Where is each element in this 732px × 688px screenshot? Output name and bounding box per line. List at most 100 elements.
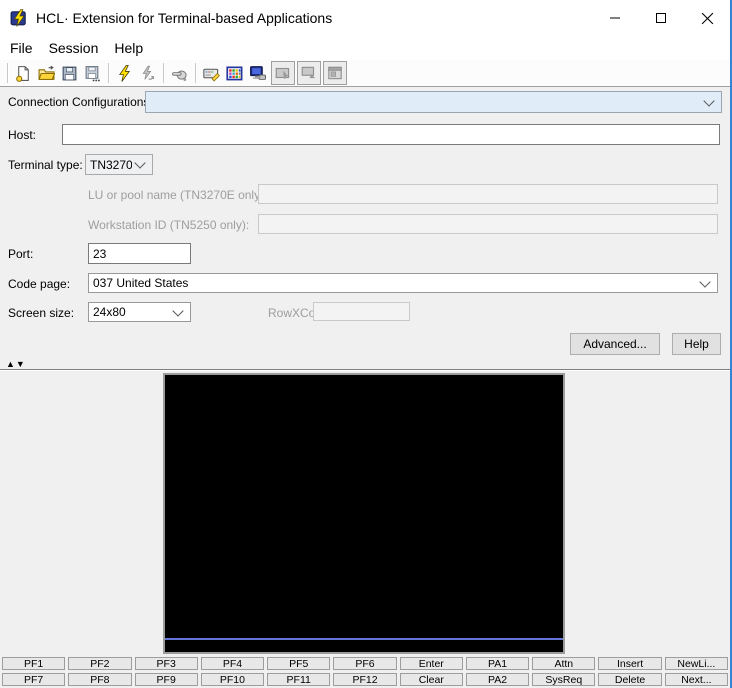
close-button[interactable] <box>684 0 730 36</box>
expand-down-icon[interactable]: ▼ <box>16 359 26 369</box>
chevron-down-icon <box>703 95 714 106</box>
terminal-screen[interactable] <box>163 373 565 654</box>
keypad-next[interactable]: Next... <box>665 673 728 686</box>
screen-tool-3-button[interactable] <box>323 61 347 85</box>
toolbar-separator <box>195 63 196 83</box>
save-session-button[interactable] <box>58 61 81 85</box>
chevron-down-icon <box>134 157 145 168</box>
menu-session[interactable]: Session <box>41 38 107 58</box>
app-window: HCL· Extension for Terminal-based Applic… <box>0 0 732 688</box>
port-label: Port: <box>8 247 33 261</box>
lu-pool-label: LU or pool name (TN3270E only): <box>88 188 267 202</box>
menu-bar: File Session Help <box>0 36 730 60</box>
code-page-value: 037 United States <box>93 276 697 290</box>
keypad-pf10[interactable]: PF10 <box>201 673 264 686</box>
new-session-icon <box>15 65 32 82</box>
rowxcol-input <box>313 302 410 321</box>
session-config-form: Connection Configurations: Host: Termina… <box>0 87 730 361</box>
toolbar-separator <box>108 63 109 83</box>
help-button[interactable]: Help <box>672 333 721 355</box>
window-title: HCL· Extension for Terminal-based Applic… <box>36 10 332 26</box>
splitter-line <box>0 369 730 370</box>
maximize-icon <box>655 12 667 24</box>
terminal-region <box>0 371 730 656</box>
host-label: Host: <box>8 128 36 142</box>
keypad-delete[interactable]: Delete <box>598 673 661 686</box>
open-session-icon <box>38 65 55 82</box>
keypad-sysreq[interactable]: SysReq <box>532 673 595 686</box>
save-session-as-button[interactable] <box>81 61 104 85</box>
screen-tool-2-button[interactable] <box>297 61 321 85</box>
display-setup-button[interactable] <box>246 61 269 85</box>
code-page-label: Code page: <box>8 277 70 291</box>
hotspots-icon <box>171 65 188 82</box>
keypad: PF1 PF2 PF3 PF4 PF5 PF6 Enter PA1 Attn I… <box>0 656 730 687</box>
screen-tool-2-icon <box>300 64 318 82</box>
hotspots-button[interactable] <box>168 61 191 85</box>
oia-divider-line <box>165 638 563 640</box>
lu-pool-input <box>258 184 718 204</box>
keypad-pf8[interactable]: PF8 <box>68 673 131 686</box>
menu-help[interactable]: Help <box>106 38 151 58</box>
keypad-clear[interactable]: Clear <box>400 673 463 686</box>
screen-tool-1-button[interactable] <box>271 61 295 85</box>
keypad-pf4[interactable]: PF4 <box>201 657 264 670</box>
keyboard-remap-button[interactable] <box>200 61 223 85</box>
toolbar-separator <box>7 63 8 83</box>
connect-button[interactable] <box>113 61 136 85</box>
maximize-button[interactable] <box>638 0 684 36</box>
title-bar: HCL· Extension for Terminal-based Applic… <box>0 0 730 36</box>
keypad-pf1[interactable]: PF1 <box>2 657 65 670</box>
workstation-id-label: Workstation ID (TN5250 only): <box>88 218 249 232</box>
chevron-down-icon <box>172 305 183 316</box>
keypad-enter[interactable]: Enter <box>400 657 463 670</box>
keypad-pf9[interactable]: PF9 <box>135 673 198 686</box>
keypad-attn[interactable]: Attn <box>532 657 595 670</box>
toolbar <box>0 60 730 87</box>
toolbar-separator <box>163 63 164 83</box>
panel-splitter[interactable]: ▲▼ <box>0 361 730 371</box>
keypad-pf7[interactable]: PF7 <box>2 673 65 686</box>
connection-configurations-select[interactable] <box>145 91 722 113</box>
save-session-icon <box>61 65 78 82</box>
connection-configurations-label: Connection Configurations: <box>8 95 153 109</box>
keypad-pf6[interactable]: PF6 <box>333 657 396 670</box>
disconnect-button[interactable] <box>136 61 159 85</box>
display-setup-icon <box>249 65 266 82</box>
screen-size-select[interactable]: 24x80 <box>88 302 191 322</box>
open-session-button[interactable] <box>35 61 58 85</box>
screen-size-label: Screen size: <box>8 306 74 320</box>
color-mapping-icon <box>226 65 243 82</box>
keypad-pf2[interactable]: PF2 <box>68 657 131 670</box>
window-controls <box>592 0 730 36</box>
terminal-type-select[interactable]: TN3270 <box>85 154 153 175</box>
app-logo-icon <box>10 9 28 27</box>
menu-file[interactable]: File <box>2 38 41 58</box>
minimize-icon <box>609 12 621 24</box>
chevron-down-icon <box>699 276 710 287</box>
code-page-select[interactable]: 037 United States <box>88 273 718 293</box>
minimize-button[interactable] <box>592 0 638 36</box>
advanced-button[interactable]: Advanced... <box>570 333 660 355</box>
keypad-pa1[interactable]: PA1 <box>466 657 529 670</box>
screen-tool-3-icon <box>326 64 344 82</box>
color-mapping-button[interactable] <box>223 61 246 85</box>
new-session-button[interactable] <box>12 61 35 85</box>
keypad-pf12[interactable]: PF12 <box>333 673 396 686</box>
connect-icon <box>116 65 133 82</box>
keyboard-remap-icon <box>203 65 220 82</box>
disconnect-icon <box>139 65 156 82</box>
keypad-pf5[interactable]: PF5 <box>267 657 330 670</box>
keypad-newline[interactable]: NewLi... <box>665 657 728 670</box>
terminal-type-label: Terminal type: <box>8 158 83 172</box>
splitter-arrows[interactable]: ▲▼ <box>6 359 26 369</box>
keypad-pa2[interactable]: PA2 <box>466 673 529 686</box>
keypad-insert[interactable]: Insert <box>598 657 661 670</box>
terminal-type-value: TN3270 <box>90 158 132 172</box>
port-input[interactable] <box>88 243 191 264</box>
host-input[interactable] <box>62 124 720 145</box>
keypad-pf11[interactable]: PF11 <box>267 673 330 686</box>
collapse-up-icon[interactable]: ▲ <box>6 359 16 369</box>
keypad-pf3[interactable]: PF3 <box>135 657 198 670</box>
screen-tool-1-icon <box>274 64 292 82</box>
